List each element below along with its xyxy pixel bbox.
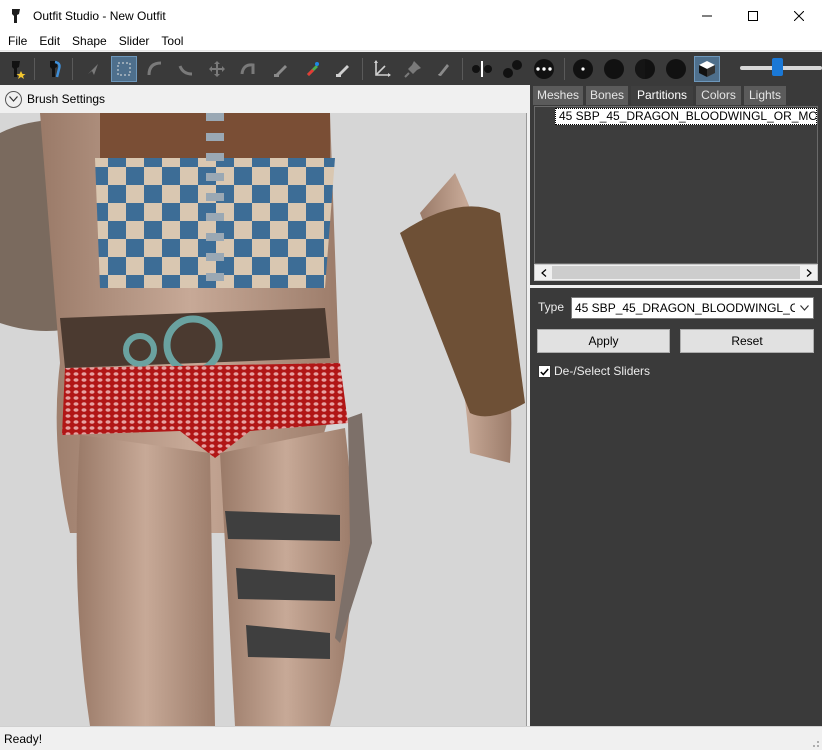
point-size-xlarge-button[interactable] [663,56,689,82]
title-bar: Outfit Studio - New Outfit [0,0,822,31]
brush-settings-label: Brush Settings [27,92,106,106]
deflate-brush-icon [178,65,193,76]
tab-bones[interactable]: Bones [586,86,628,105]
inflate-brush-button[interactable] [142,56,168,82]
point-size-large-button[interactable] [632,56,658,82]
close-button[interactable] [776,0,822,31]
connected-button[interactable] [500,56,526,82]
mirror-icon [472,61,492,77]
vertex-edit-button[interactable] [431,56,457,82]
type-select-value: 45 SBP_45_DRAGON_BLOODWINGL_OR_MOD_N [575,301,813,315]
brush-settings-header[interactable]: Brush Settings [0,85,530,113]
menu-shape[interactable]: Shape [66,31,113,51]
reset-button[interactable]: Reset [680,329,814,353]
vertex-edit-icon [438,64,449,76]
mask-brush-button[interactable] [111,56,137,82]
pivot-tool-button[interactable] [400,56,426,82]
mirror-button[interactable] [469,56,495,82]
deflate-brush-button[interactable] [173,56,199,82]
menu-edit[interactable]: Edit [33,31,66,51]
mask-brush-icon [117,62,131,76]
status-bar: Ready! [0,726,822,750]
weight-brush-icon [307,62,319,76]
global-button[interactable] [531,56,557,82]
tab-partitions[interactable]: Partitions [631,86,693,105]
wireframe-button[interactable] [694,56,720,82]
resize-grip-icon[interactable] [810,738,820,748]
brush-settings-toggle[interactable] [5,90,22,108]
toolbar-separator [462,58,463,80]
minimize-icon [702,15,712,16]
toolbar-separator [34,58,35,80]
tab-colors[interactable]: Colors [696,86,741,105]
partition-horizontal-scrollbar[interactable] [534,264,818,281]
scroll-right-button[interactable] [800,265,817,280]
point-size-small-button[interactable] [570,56,596,82]
load-reference-button[interactable] [4,56,30,82]
point-size-large-icon [635,59,655,79]
brush-size-slider-thumb[interactable] [771,58,783,76]
tab-lights[interactable]: Lights [744,86,786,105]
maximize-icon [748,10,758,21]
undiff-brush-button[interactable] [268,56,294,82]
menu-bar: File Edit Shape Slider Tool [0,31,822,51]
partition-item[interactable]: 45 SBP_45_DRAGON_BLOODWINGL_OR_MOD_NE [555,108,817,125]
toolbar-separator [72,58,73,80]
scrollbar-thumb[interactable] [552,266,800,279]
apply-button[interactable]: Apply [537,329,670,353]
point-size-xlarge-icon [666,59,686,79]
color-brush-icon [336,65,349,77]
type-select[interactable]: 45 SBP_45_DRAGON_BLOODWINGL_OR_MOD_N [571,297,814,319]
connected-icon [503,60,522,78]
pivot-icon [404,61,421,78]
point-size-small-icon [573,59,593,79]
move-brush-icon [209,61,225,77]
toolbar-separator [564,58,565,80]
chevron-down-icon [9,96,18,102]
move-brush-button[interactable] [204,56,230,82]
tab-meshes[interactable]: Meshes [533,86,583,105]
color-brush-button[interactable] [330,56,356,82]
app-icon [12,8,20,23]
toolbar [0,52,822,85]
load-outfit-icon [50,60,61,78]
model-render [0,113,525,726]
scroll-left-button[interactable] [535,265,552,280]
chevron-down-icon [799,305,809,311]
smooth-brush-icon [240,63,255,75]
undiff-brush-icon [274,65,287,77]
smooth-brush-button[interactable] [235,56,261,82]
deselect-sliders-label: De-/Select Sliders [554,364,651,378]
transform-icon [374,60,391,77]
deselect-sliders-checkbox[interactable] [538,365,551,378]
global-icon [534,59,554,79]
partition-list[interactable]: 45 SBP_45_DRAGON_BLOODWINGL_OR_MOD_NE [534,106,818,264]
toolbar-separator [362,58,363,80]
checkmark-icon [540,368,549,376]
weight-brush-button[interactable] [299,56,325,82]
load-outfit-button[interactable] [42,56,68,82]
point-size-medium-button[interactable] [601,56,627,82]
close-icon [794,10,804,21]
maximize-button[interactable] [730,0,776,31]
load-reference-icon [12,61,26,79]
type-select-arrow[interactable] [795,298,813,318]
minimize-button[interactable] [684,0,730,31]
chevron-right-icon [806,268,812,277]
select-icon [88,64,98,75]
type-label: Type [538,300,565,314]
inflate-brush-icon [147,61,162,76]
status-text: Ready! [4,732,43,746]
point-size-medium-icon [604,59,624,79]
wireframe-icon [699,61,715,77]
menu-tool[interactable]: Tool [155,31,189,51]
window-title: Outfit Studio - New Outfit [33,8,166,23]
select-tool-button[interactable] [80,56,106,82]
chevron-left-icon [540,268,546,277]
menu-slider[interactable]: Slider [113,31,156,51]
transform-tool-button[interactable] [369,56,395,82]
3d-viewport[interactable] [0,113,527,726]
menu-file[interactable]: File [2,31,33,51]
